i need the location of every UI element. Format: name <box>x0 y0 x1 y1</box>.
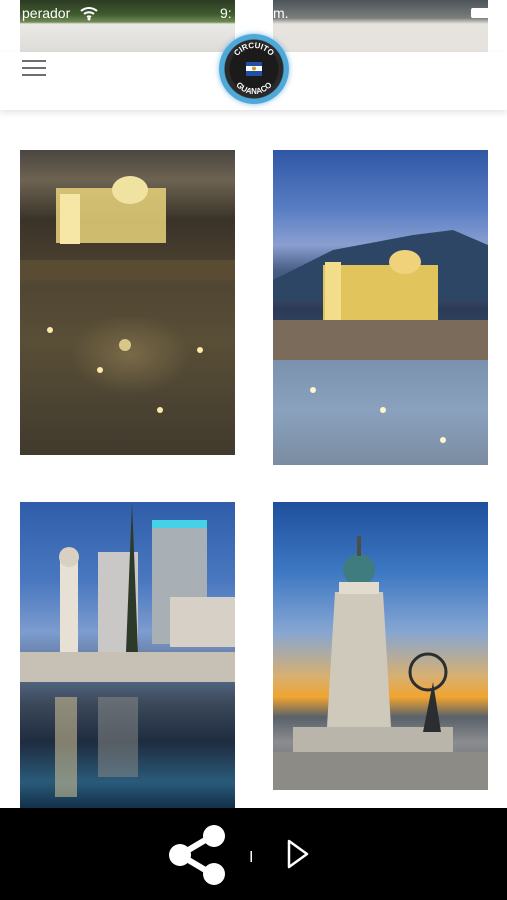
play-next-icon[interactable] <box>286 838 310 870</box>
hamburger-menu-icon[interactable] <box>22 60 46 78</box>
battery-icon <box>471 8 491 18</box>
photo-monument-reflection[interactable] <box>20 502 235 808</box>
monument-sunset-scene <box>273 536 488 790</box>
status-bar: perador 9: m. <box>0 0 507 26</box>
svg-text:GUANACO: GUANACO <box>234 80 273 96</box>
wifi-icon <box>80 7 98 21</box>
photo-plaza-dusk[interactable] <box>273 150 488 465</box>
photo-plaza-night[interactable] <box>20 150 235 455</box>
share-icon[interactable] <box>166 824 230 886</box>
svg-text:CIRCUITO: CIRCUITO <box>232 41 276 58</box>
logo-svg: CIRCUITO GUANACO <box>232 41 276 96</box>
carrier-label: perador <box>22 5 71 21</box>
logo-top-text: CIRCUITO <box>232 41 276 58</box>
logo-bottom-text: GUANACO <box>234 80 273 96</box>
time-suffix-label: m. <box>273 5 289 21</box>
circuito-guanaco-logo[interactable]: CIRCUITO GUANACO <box>219 34 289 104</box>
toolbar-divider: I <box>249 849 254 866</box>
monument-reflection-scene <box>20 502 235 797</box>
photo-monument-sunset[interactable] <box>273 502 488 790</box>
time-label: 9: <box>220 5 232 21</box>
plaza-night-scene <box>20 176 235 455</box>
plaza-dusk-scene <box>273 230 488 465</box>
